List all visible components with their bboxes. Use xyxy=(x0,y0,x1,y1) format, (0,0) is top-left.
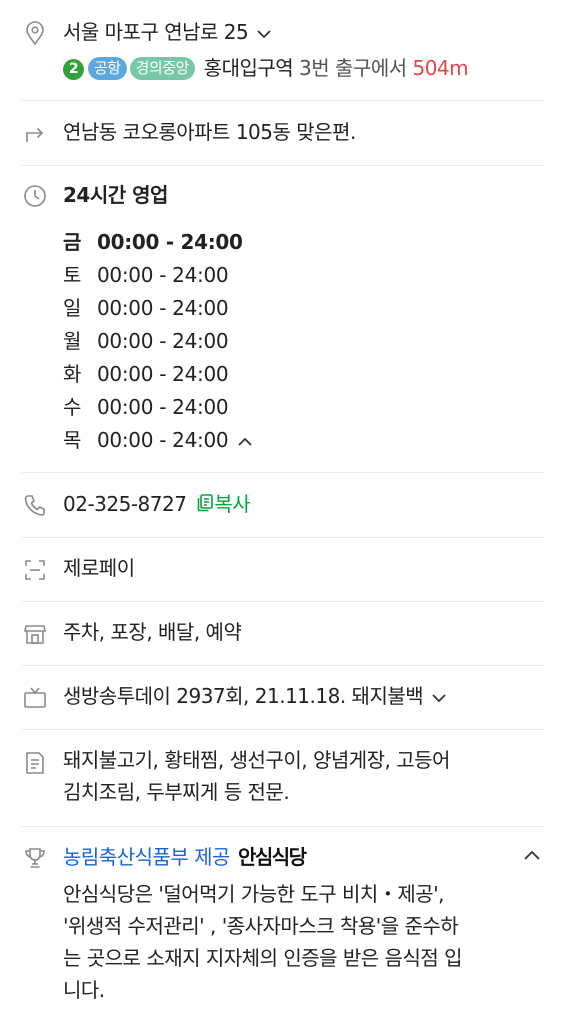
place-info-panel: 서울 마포구 연남로 25 2 공항 경의중앙 홍대입구역 3번 출구에서 504m… xyxy=(0,0,562,1018)
day-label: 금 xyxy=(63,230,82,254)
address-section: 서울 마포구 연남로 25 2 공항 경의중앙 홍대입구역 3번 출구에서 504m xyxy=(0,0,562,100)
description-section: 돼지불고기, 황태찜, 생선구이, 양념게장, 고등어 김치조림, 두부찌게 등… xyxy=(0,730,562,826)
facilities-section: 주차, 포장, 배달, 예약 xyxy=(0,602,562,666)
phone-line: 02-325-8727 복사 xyxy=(63,489,251,521)
store-icon xyxy=(22,621,48,647)
description-line: 김치조림, 두부찌게 등 전문. xyxy=(63,780,290,804)
zeropay-section: 제로페이 xyxy=(0,538,562,602)
line-badge: 2 xyxy=(63,59,84,80)
certification-provider[interactable]: 농림축산식품부 제공 xyxy=(63,845,230,869)
hours-row: 일 00:00 - 24:00 xyxy=(63,293,229,323)
day-time: 00:00 - 24:00 xyxy=(97,395,229,419)
hours-row: 월 00:00 - 24:00 xyxy=(63,326,229,356)
phone-section: 02-325-8727 복사 xyxy=(0,473,562,537)
certification-text: 안심식당은 '덜어먹기 가능한 도구 비치・제공', '위생적 수저관리' , … xyxy=(63,878,543,1006)
station-name: 홍대입구역 xyxy=(203,56,294,80)
chevron-up-icon xyxy=(234,427,256,457)
scan-icon xyxy=(22,557,48,583)
trophy-icon xyxy=(22,845,48,871)
subway-info: 2 공항 경의중앙 홍대입구역 3번 출구에서 504m xyxy=(63,53,469,83)
gyeongui-badge: 경의중앙 xyxy=(129,57,195,80)
copy-icon xyxy=(196,491,214,521)
day-time: 00:00 - 24:00 xyxy=(97,428,229,452)
day-time: 00:00 - 24:00 xyxy=(97,296,229,320)
tv-toggle[interactable]: 생방송투데이 2937회, 21.11.18. 돼지불백 xyxy=(63,681,449,713)
phone-icon xyxy=(22,492,48,518)
airport-badge: 공항 xyxy=(88,57,127,80)
tv-text: 생방송투데이 2937회, 21.11.18. 돼지불백 xyxy=(63,684,424,708)
hours-status: 24시간 영업 xyxy=(63,183,168,207)
exit-text: 3번 출구에서 xyxy=(299,56,407,80)
day-time: 00:00 - 24:00 xyxy=(97,263,229,287)
certification-line: 니다. xyxy=(63,978,105,1002)
chevron-down-icon xyxy=(254,19,274,49)
address-text: 서울 마포구 연남로 25 xyxy=(63,20,249,44)
safe-restaurant-logo: 안심식당 xyxy=(237,845,307,869)
day-label: 일 xyxy=(63,296,82,320)
hours-row: 화 00:00 - 24:00 xyxy=(63,359,229,389)
phone-number[interactable]: 02-325-8727 xyxy=(63,492,187,516)
day-label: 수 xyxy=(63,395,82,419)
certification-line: 는 곳으로 소재지 지자체의 인증을 받은 음식점 입 xyxy=(63,946,463,970)
certification-section: 농림축산식품부 제공 안심식당 안심식당은 '덜어먹기 가능한 도구 비치・제공'… xyxy=(0,827,562,1018)
day-label: 화 xyxy=(63,362,82,386)
copy-label: 복사 xyxy=(214,492,251,516)
turn-arrow-icon xyxy=(22,120,48,146)
hours-section: 24시간 영업 금 00:00 - 24:00 토 00:00 - 24:00 일0… xyxy=(0,166,562,472)
distance: 504m xyxy=(412,56,469,80)
facilities-text: 주차, 포장, 배달, 예약 xyxy=(63,620,242,644)
certification-header: 농림축산식품부 제공 안심식당 xyxy=(63,842,307,872)
chevron-up-icon xyxy=(520,848,544,867)
certification-line: '위생적 수저관리' , '종사자마스크 착용'을 준수하 xyxy=(63,914,459,938)
document-icon xyxy=(22,750,48,776)
description-text: 돼지불고기, 황태찜, 생선구이, 양념게장, 고등어 김치조림, 두부찌게 등… xyxy=(63,744,543,808)
hours-collapse-toggle[interactable]: 목 00:00 - 24:00 xyxy=(63,425,256,457)
day-label: 토 xyxy=(63,263,82,287)
day-time: 00:00 - 24:00 xyxy=(97,230,243,254)
address-toggle[interactable]: 서울 마포구 연남로 25 xyxy=(63,17,274,49)
chevron-down-icon xyxy=(429,683,449,713)
day-label: 목 xyxy=(63,428,82,452)
copy-button[interactable]: 복사 xyxy=(196,492,251,516)
day-label: 월 xyxy=(63,329,82,353)
clock-icon xyxy=(22,183,48,209)
description-line: 돼지불고기, 황태찜, 생선구이, 양념게장, 고등어 xyxy=(63,748,450,772)
collapse-button[interactable] xyxy=(520,847,548,869)
hours-row: 수 00:00 - 24:00 xyxy=(63,392,229,422)
certification-line: 안심식당은 '덜어먹기 가능한 도구 비치・제공', xyxy=(63,882,444,906)
day-time: 00:00 - 24:00 xyxy=(97,329,229,353)
hours-row-today: 금 00:00 - 24:00 xyxy=(63,227,243,257)
tv-section: 생방송투데이 2937회, 21.11.18. 돼지불백 xyxy=(0,666,562,730)
zeropay-text: 제로페이 xyxy=(63,556,135,580)
directions-text: 연남동 코오롱아파트 105동 맞은편. xyxy=(63,120,356,144)
tv-icon xyxy=(22,685,48,711)
location-pin-icon xyxy=(22,20,48,46)
directions-section: 연남동 코오롱아파트 105동 맞은편. xyxy=(0,101,562,165)
hours-row: 토 00:00 - 24:00 xyxy=(63,260,229,290)
day-time: 00:00 - 24:00 xyxy=(97,362,229,386)
